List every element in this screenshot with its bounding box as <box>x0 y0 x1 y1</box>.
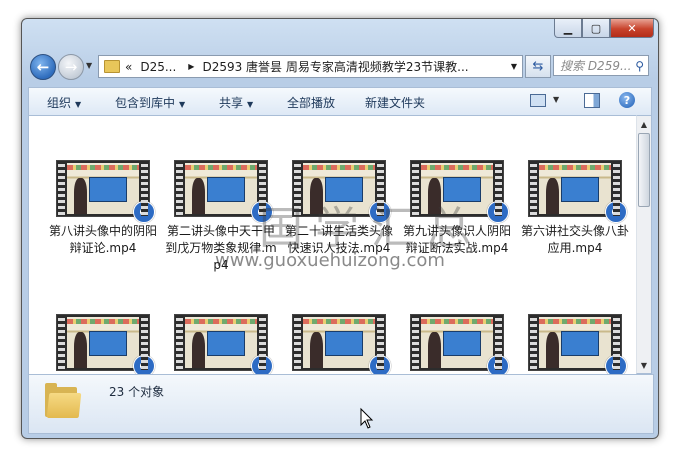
maximize-button[interactable]: ▢ <box>582 19 610 38</box>
play-all-label: 全部播放 <box>287 96 336 110</box>
include-in-library-label: 包含到库中 <box>115 96 176 110</box>
change-view-icon[interactable] <box>530 94 546 107</box>
refresh-icon: ⇆ <box>532 59 544 74</box>
file-item[interactable]: 第八讲头像中的阴阳辩证论.mp4 <box>47 160 159 257</box>
search-placeholder: 搜索 D259... <box>560 59 632 73</box>
file-name: 第六讲社交头像八卦应用.mp4 <box>520 224 629 255</box>
command-bar: 组织 ▼ 包含到库中 ▼ 共享 ▼ 全部播放 新建文件夹 ▼ ? <box>28 87 652 116</box>
video-thumbnail <box>56 314 155 374</box>
video-thumbnail <box>56 160 155 223</box>
mouse-cursor-icon <box>360 407 374 429</box>
refresh-button[interactable]: ⇆ <box>525 55 551 78</box>
watermark: 国学汇总 www.guoxuehuizong.com <box>215 203 535 271</box>
forward-arrow-icon: → <box>64 58 78 76</box>
minimize-icon: ▁ <box>563 21 573 35</box>
scroll-up-icon[interactable]: ▲ <box>637 116 651 132</box>
media-player-icon <box>605 201 627 223</box>
details-pane: 23 个对象 <box>28 374 654 434</box>
media-player-icon <box>251 355 273 374</box>
address-overflow-chevron[interactable]: « <box>125 60 132 74</box>
address-bar[interactable]: « D25... ▶ D2593 唐誉昙 周易专家高清视频教学23节课教... … <box>98 55 523 78</box>
vertical-scrollbar[interactable]: ▲ ▼ <box>636 115 652 374</box>
recent-pages-dropdown[interactable]: ▼ <box>86 61 92 70</box>
breadcrumb-current[interactable]: D2593 唐誉昙 周易专家高清视频教学23节课教... <box>202 58 468 75</box>
back-button[interactable]: ← <box>30 54 56 80</box>
play-all-button[interactable]: 全部播放 <box>287 94 335 111</box>
view-options-dropdown-icon[interactable]: ▼ <box>553 95 559 104</box>
breadcrumb-separator-icon[interactable]: ▶ <box>188 62 194 71</box>
forward-button[interactable]: → <box>58 54 84 80</box>
file-item[interactable]: 第六讲社交头像八卦应用.mp4 <box>519 160 631 257</box>
scroll-down-icon[interactable]: ▼ <box>637 357 651 373</box>
file-item[interactable] <box>401 314 513 374</box>
video-thumbnail <box>174 314 273 374</box>
chevron-down-icon: ▼ <box>247 100 254 109</box>
file-item[interactable] <box>47 314 159 374</box>
folder-icon <box>104 60 120 73</box>
media-player-icon <box>605 355 627 374</box>
back-arrow-icon: ← <box>36 58 50 76</box>
video-thumbnail <box>528 314 627 374</box>
explorer-window: ▁ ▢ ✕ ← → ▼ « D25... ▶ D2593 唐誉昙 周易专家高清视… <box>21 18 659 439</box>
folder-large-icon <box>45 383 82 419</box>
maximize-icon: ▢ <box>590 21 602 35</box>
file-name: 第八讲头像中的阴阳辩证论.mp4 <box>48 224 157 255</box>
close-button[interactable]: ✕ <box>610 19 654 38</box>
organize-label: 组织 <box>47 96 72 110</box>
minimize-button[interactable]: ▁ <box>554 19 582 38</box>
media-player-icon <box>133 201 155 223</box>
preview-pane-icon[interactable] <box>584 93 600 108</box>
file-item[interactable] <box>519 314 631 374</box>
video-thumbnail <box>174 160 273 223</box>
file-list[interactable]: 第八讲头像中的阴阳辩证论.mp4 第二讲头像中天干甲到戊万物类象规律.mp4 第… <box>28 115 637 375</box>
scrollbar-thumb[interactable] <box>638 133 650 207</box>
address-dropdown-icon[interactable]: ▼ <box>511 62 517 71</box>
file-item[interactable] <box>283 314 395 374</box>
media-player-icon <box>487 201 509 223</box>
watermark-title: 国学汇总 <box>259 203 483 254</box>
share-label: 共享 <box>219 96 244 110</box>
chevron-down-icon: ▼ <box>75 100 82 109</box>
media-player-icon <box>487 355 509 374</box>
navigation-bar: ← → ▼ « D25... ▶ D2593 唐誉昙 周易专家高清视频教学23节… <box>28 52 652 82</box>
media-player-icon <box>133 355 155 374</box>
item-count: 23 个对象 <box>109 385 165 399</box>
search-icon[interactable]: ⚲ <box>635 56 644 77</box>
include-in-library-menu[interactable]: 包含到库中 ▼ <box>115 94 185 111</box>
breadcrumb-parent[interactable]: D25... <box>140 60 176 74</box>
organize-menu[interactable]: 组织 ▼ <box>47 94 81 111</box>
chevron-down-icon: ▼ <box>179 100 186 109</box>
search-input[interactable]: 搜索 D259... ⚲ <box>553 55 649 76</box>
help-icon[interactable]: ? <box>619 92 635 108</box>
video-thumbnail <box>292 314 391 374</box>
video-thumbnail <box>528 160 627 223</box>
caption-buttons: ▁ ▢ ✕ <box>554 19 654 38</box>
close-icon: ✕ <box>627 21 637 35</box>
file-item[interactable] <box>165 314 277 374</box>
share-menu[interactable]: 共享 ▼ <box>219 94 253 111</box>
new-folder-button[interactable]: 新建文件夹 <box>365 94 425 111</box>
media-player-icon <box>369 355 391 374</box>
new-folder-label: 新建文件夹 <box>365 96 426 110</box>
video-thumbnail <box>410 314 509 374</box>
